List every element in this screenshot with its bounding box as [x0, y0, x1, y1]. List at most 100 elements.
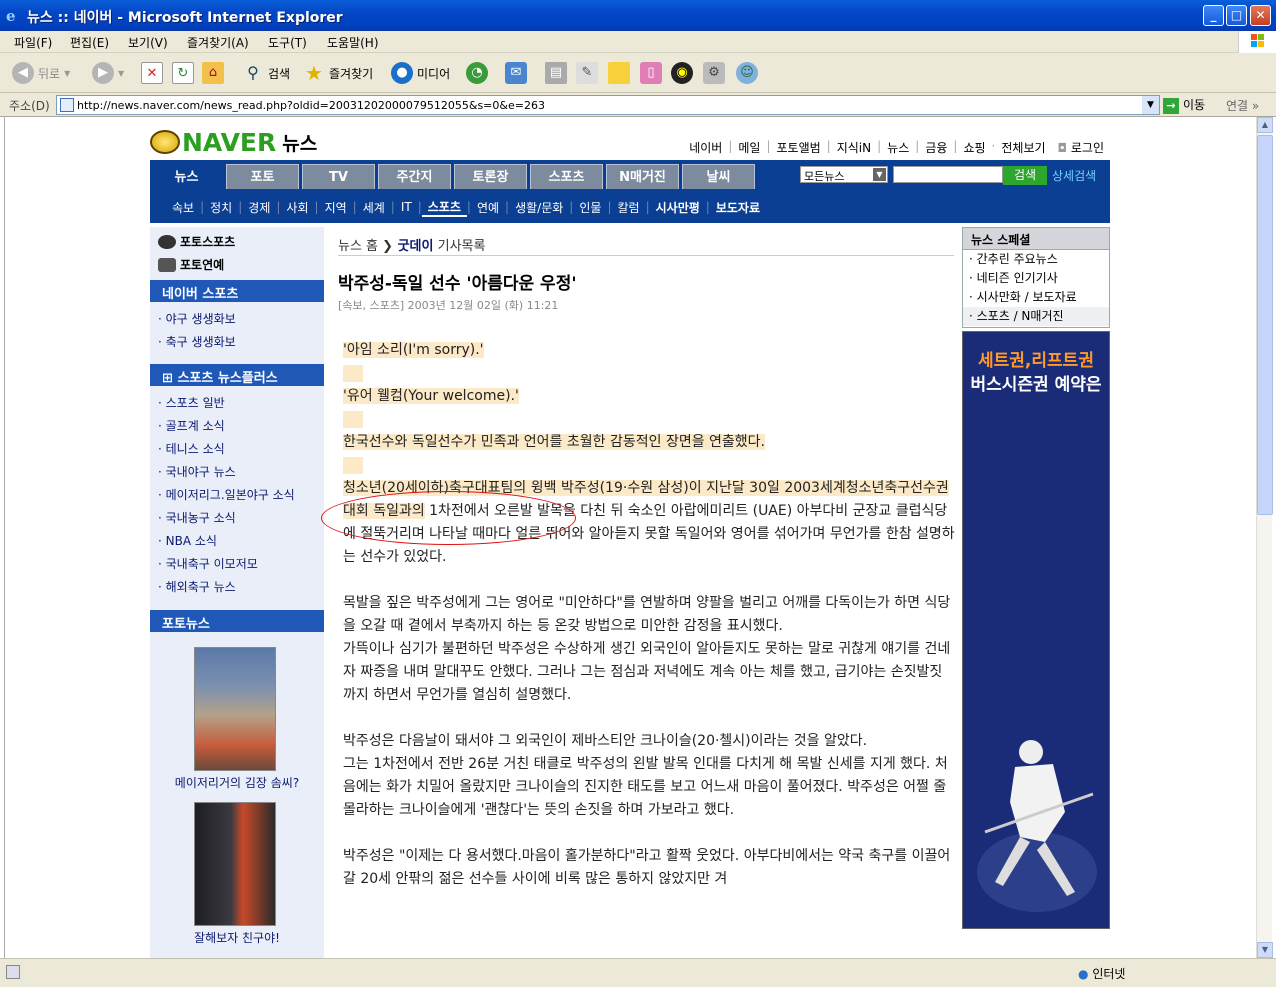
photo-friends[interactable] [194, 802, 276, 926]
subnav-society[interactable]: 사회 [280, 199, 314, 216]
address-dropdown-button[interactable]: ▼ [1142, 96, 1159, 114]
print-button[interactable]: ▤ [545, 61, 571, 85]
toplink-shopping[interactable]: 쇼핑 [957, 139, 991, 156]
tab-news[interactable]: 뉴스 [150, 164, 223, 191]
photo-kimchi[interactable] [194, 647, 276, 771]
mail-button[interactable]: ✉ [505, 61, 531, 85]
toplink-mail[interactable]: 메일 [732, 139, 766, 156]
list-item[interactable]: · 국내농구 소식 [158, 507, 295, 530]
naver-logo[interactable]: NAVER 뉴스 [150, 125, 317, 159]
discuss-button[interactable] [608, 61, 634, 85]
tab-weather[interactable]: 날씨 [682, 164, 755, 189]
subnav-people[interactable]: 인물 [573, 199, 607, 216]
news-search-input[interactable] [893, 166, 1003, 183]
list-item[interactable]: · 해외축구 뉴스 [158, 576, 295, 599]
toplink-naver[interactable]: 네이버 [683, 139, 728, 156]
subnav-press[interactable]: 보도자료 [710, 199, 766, 216]
stop-button[interactable]: ✕ [141, 61, 167, 85]
go-button[interactable]: → 이동 [1163, 96, 1205, 114]
crumb-section[interactable]: 굿데이 [398, 239, 434, 254]
menu-favorites[interactable]: 즐겨찾기(A) [187, 34, 249, 51]
toplink-news[interactable]: 뉴스 [881, 139, 915, 156]
refresh-button[interactable]: ↻ [172, 61, 198, 85]
forward-button[interactable]: ▶ ▼ [92, 61, 124, 85]
news-search-button[interactable]: 검색 [1003, 166, 1047, 185]
list-item[interactable]: · 국내야구 뉴스 [158, 461, 295, 484]
subnav-column[interactable]: 칼럼 [611, 199, 645, 216]
gear-icon: ⚙ [703, 62, 725, 84]
edit-button[interactable]: ✎ [576, 61, 602, 85]
toplink-kin[interactable]: 지식iN [831, 139, 877, 156]
photo-caption[interactable]: 잘해보자 친구야! [150, 929, 324, 946]
search-scope-select[interactable]: 모든뉴스 ▼ [800, 166, 888, 183]
toplink-finance[interactable]: 금융 [919, 139, 953, 156]
subnav-economy[interactable]: 경제 [242, 199, 276, 216]
photo-caption[interactable]: 메이저리거의 김장 솜씨? [150, 774, 324, 791]
toplink-photoalbum[interactable]: 포토앨범 [771, 139, 827, 156]
special-item[interactable]: · 시사만화 / 보도자료 [963, 288, 1109, 307]
scroll-thumb[interactable] [1257, 135, 1273, 515]
close-button[interactable]: ✕ [1250, 5, 1271, 26]
tool-button[interactable]: ◉ [671, 61, 697, 85]
maximize-button[interactable]: □ [1226, 5, 1247, 26]
menu-edit[interactable]: 편집(E) [70, 34, 109, 51]
media-button[interactable]: ● 미디어 [391, 61, 450, 85]
messenger-button[interactable]: ▯ [640, 61, 666, 85]
menu-tools[interactable]: 도구(T) [268, 34, 307, 51]
list-item[interactable]: · NBA 소식 [158, 530, 295, 553]
links-button[interactable]: 연결 » [1226, 97, 1259, 114]
list-item[interactable]: · 메이저리그.일본야구 소식 [158, 484, 295, 507]
url-text: http://news.naver.com/news_read.php?oldi… [77, 99, 545, 112]
menu-help[interactable]: 도움말(H) [327, 34, 379, 51]
menu-file[interactable]: 파일(F) [14, 34, 52, 51]
subnav-entertainment[interactable]: 연예 [471, 199, 505, 216]
subnav-sports[interactable]: 스포츠 [421, 198, 467, 217]
vertical-scrollbar[interactable]: ▲ ▼ [1256, 117, 1273, 958]
search-button[interactable]: ⚲ 검색 [242, 61, 290, 85]
crumb-list[interactable]: 기사목록 [438, 239, 486, 254]
back-button[interactable]: ◀ 뒤로 ▼ [12, 61, 70, 85]
list-item[interactable]: · 야구 생생화보 [158, 308, 236, 331]
tab-sports[interactable]: 스포츠 [530, 164, 603, 189]
list-item[interactable]: · 골프계 소식 [158, 415, 295, 438]
subnav-cartoon[interactable]: 시사만평 [650, 199, 706, 216]
tab-weekly[interactable]: 주간지 [378, 164, 451, 189]
list-item[interactable]: · 테니스 소식 [158, 438, 295, 461]
favorites-button[interactable]: ★ 즐겨찾기 [303, 61, 373, 85]
special-item[interactable]: · 간추린 주요뉴스 [963, 250, 1109, 269]
ski-ad-banner[interactable]: 세트권,리프트권 버스시즌권 예약은 [962, 331, 1110, 929]
status-bar: ● 인터넷 [0, 958, 1276, 987]
toplink-login[interactable]: ◘ 로그인 [1052, 139, 1110, 156]
subnav-life[interactable]: 생활/문화 [509, 199, 569, 216]
toplink-all[interactable]: 전체보기 [995, 139, 1051, 156]
menu-view[interactable]: 보기(V) [128, 34, 168, 51]
tab-photo[interactable]: 포토 [226, 164, 299, 189]
list-item[interactable]: · 축구 생생화보 [158, 331, 236, 354]
advanced-search-link[interactable]: 상세검색 [1052, 167, 1096, 184]
subnav-world[interactable]: 세계 [357, 199, 391, 216]
tab-tv[interactable]: TV [302, 164, 375, 189]
address-input[interactable]: http://news.naver.com/news_read.php?oldi… [56, 95, 1160, 115]
subnav-breaking[interactable]: 속보 [166, 199, 200, 216]
minimize-button[interactable]: _ [1203, 5, 1224, 26]
scroll-up-arrow-icon[interactable]: ▲ [1257, 117, 1273, 133]
tab-forum[interactable]: 토론장 [454, 164, 527, 189]
subnav-politics[interactable]: 정치 [204, 199, 238, 216]
special-item[interactable]: · 네티즌 인기기사 [963, 269, 1109, 288]
photo-entertainment-link[interactable]: 포토연예 [158, 256, 224, 273]
photo-sports-link[interactable]: 포토스포츠 [158, 233, 235, 250]
subnav-region[interactable]: 지역 [319, 199, 353, 216]
tab-nmagazine[interactable]: N매거진 [606, 164, 679, 189]
special-item[interactable]: · 스포츠 / N매거진 [963, 307, 1109, 326]
history-icon: ◔ [466, 62, 488, 84]
login-icon: ◘ [1057, 141, 1068, 155]
settings-button[interactable]: ⚙ [703, 61, 729, 85]
history-button[interactable]: ◔ [466, 61, 492, 85]
crumb-home[interactable]: 뉴스 홈 [338, 239, 378, 254]
list-item[interactable]: · 스포츠 일반 [158, 392, 295, 415]
home-button[interactable]: ⌂ [202, 61, 228, 85]
subnav-it[interactable]: IT [395, 200, 418, 214]
users-button[interactable]: ☺ [736, 61, 762, 85]
scroll-down-arrow-icon[interactable]: ▼ [1257, 942, 1273, 958]
list-item[interactable]: · 국내축구 이모저모 [158, 553, 295, 576]
